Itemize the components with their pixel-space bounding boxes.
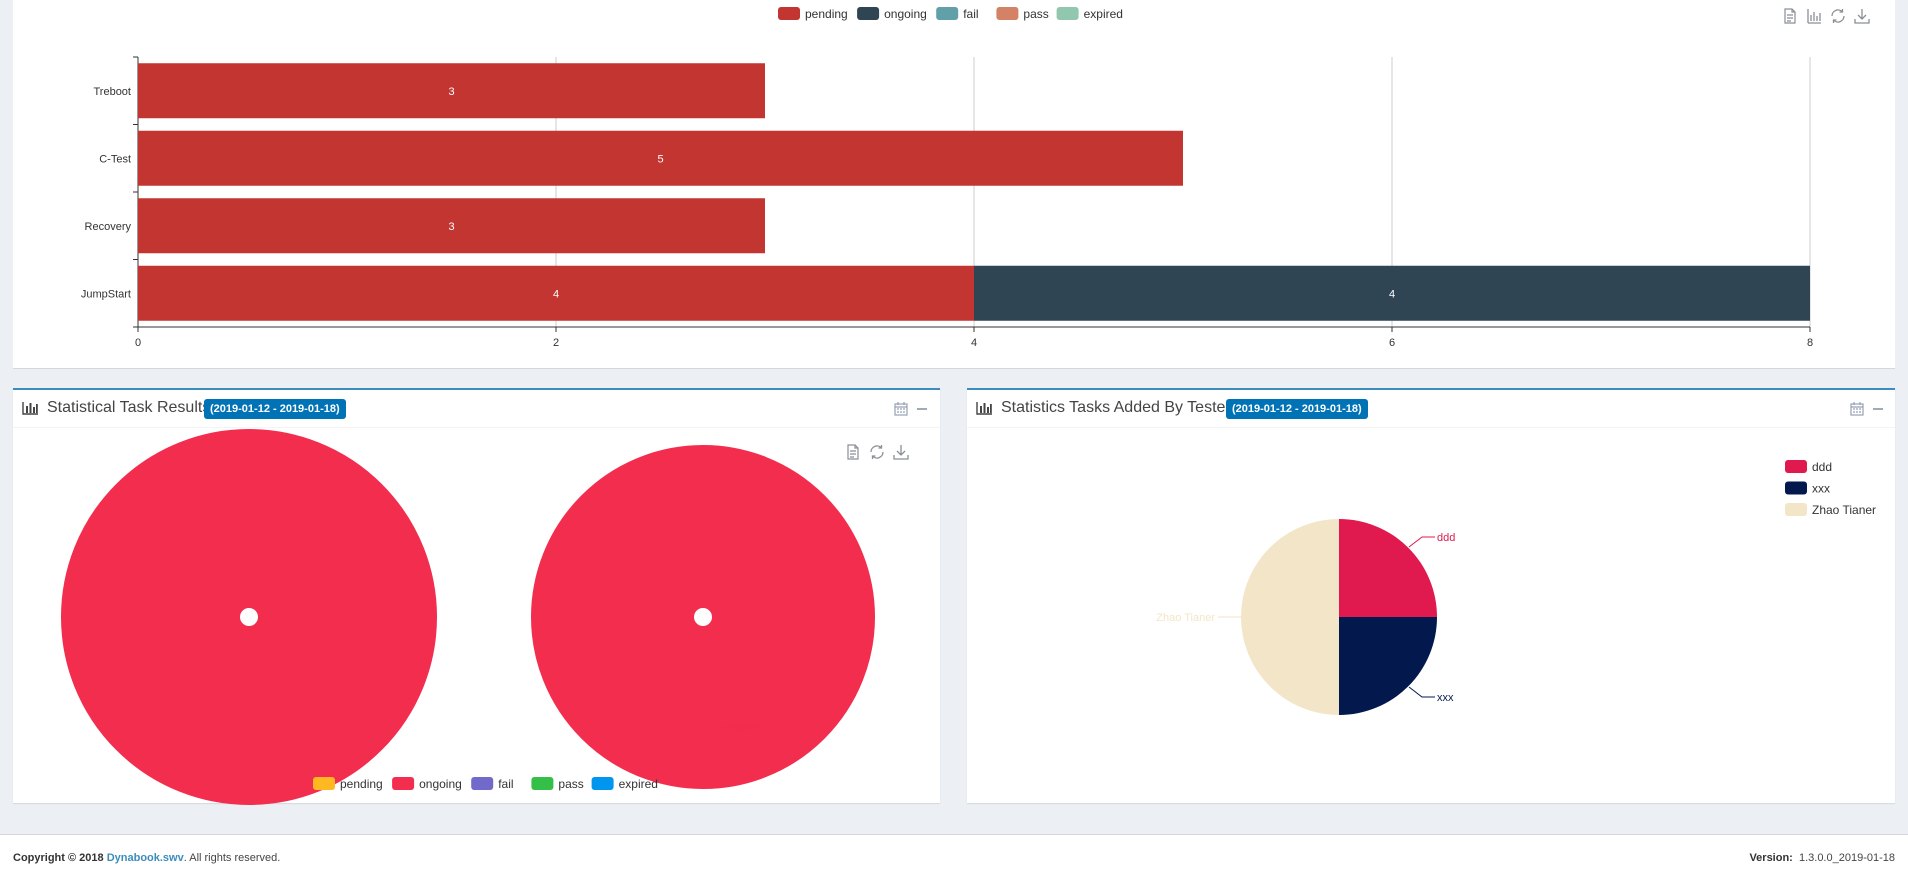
legend-label-pass: pass xyxy=(558,777,583,791)
legend-item-zhao-tianer[interactable]: Zhao Tianer xyxy=(1785,503,1876,517)
task-status-bar-chart-panel: 0 2 4 6 8 Treboot 3 C-Test 5 Recovery 3 JumpStart 4 4… xyxy=(13,0,1895,369)
y-tick-label-c-test: C-Test xyxy=(99,153,131,165)
legend-swatch-ddd xyxy=(1785,460,1807,473)
legend-label-ongoing: ongoing xyxy=(884,7,927,21)
legend-swatch-ongoing xyxy=(857,7,880,20)
copyright: Copyright © 2018 Dynabook.swv. All right… xyxy=(13,852,280,864)
restore-icon[interactable] xyxy=(1829,7,1847,25)
statistical-task-results-box: Statistical Task Results (2019-01-12 - 2… xyxy=(13,388,940,805)
data-label-recovery-pending: 3 xyxy=(448,221,454,233)
x-tick-label: 8 xyxy=(1807,337,1813,349)
y-tick-label-treboot: Treboot xyxy=(93,86,131,98)
legend-label-zhao-tianer: Zhao Tianer xyxy=(1812,503,1876,517)
x-tick-label: 0 xyxy=(135,337,141,349)
data-label-c-test-pending: 5 xyxy=(657,153,663,165)
legend-label-xxx: xxx xyxy=(1812,482,1830,496)
legend-item-fail[interactable]: fail xyxy=(471,777,514,791)
x-tick-label: 2 xyxy=(553,337,559,349)
copyright-text: Copyright © 2018 xyxy=(13,852,104,864)
legend-label-expired: expired xyxy=(1084,7,1123,21)
pie-slice-zhao-tianer[interactable] xyxy=(1241,519,1339,715)
save-image-icon[interactable] xyxy=(1853,7,1871,25)
legend-item-expired[interactable]: expired xyxy=(591,777,658,791)
footer: Copyright © 2018 Dynabook.swv. All right… xyxy=(0,834,1908,880)
data-label-jumpstart-ongoing: 4 xyxy=(1389,288,1395,300)
data-label-jumpstart-pending: 4 xyxy=(553,288,559,300)
donut-2-ongoing-slice[interactable] xyxy=(531,445,875,789)
x-tick-label: 6 xyxy=(1389,337,1395,349)
version-label: Version: xyxy=(1749,852,1793,864)
legend-swatch-expired xyxy=(1056,7,1079,20)
legend-swatch-expired xyxy=(591,777,614,790)
zhao-slice-label: Zhao Tianer xyxy=(1156,612,1215,624)
legend-label-fail: fail xyxy=(963,7,978,21)
legend-item-ongoing[interactable]: ongoing xyxy=(857,7,927,21)
brand-link[interactable]: Dynabook.swv xyxy=(107,852,184,864)
version-value: 1.3.0.0_2019-01-18 xyxy=(1798,852,1895,864)
pie-slice-ddd[interactable] xyxy=(1339,519,1437,617)
legend-label-ddd: ddd xyxy=(1812,460,1832,474)
legend-swatch-zhao-tianer xyxy=(1785,503,1807,516)
legend-item-pass[interactable]: pass xyxy=(996,7,1049,21)
legend-item-ongoing[interactable]: ongoing xyxy=(392,777,462,791)
legend-swatch-fail xyxy=(471,777,494,790)
ddd-slice-label: ddd xyxy=(1437,532,1455,544)
legend-swatch-xxx xyxy=(1785,481,1807,495)
version-info: Version: 1.3.0.0_2019-01-18 xyxy=(1749,852,1895,864)
legend-swatch-fail xyxy=(936,7,959,20)
tasks-added-by-testers-box: Statistics Tasks Added By Testers (2019-… xyxy=(967,388,1895,803)
legend-label-pending: pending xyxy=(805,7,848,21)
pie-slice-xxx[interactable] xyxy=(1339,617,1437,715)
legend-swatch-pending xyxy=(778,7,800,20)
bar-chart: 0 2 4 6 8 Treboot 3 C-Test 5 Recovery 3 JumpStart 4 4… xyxy=(81,7,1813,349)
bar-chart-switch-icon[interactable] xyxy=(1805,7,1823,25)
legend-swatch-pass xyxy=(996,7,1019,20)
legend-item-xxx[interactable]: xxx xyxy=(1785,481,1830,496)
data-label-treboot-pending: 3 xyxy=(448,86,454,98)
legend-item-ddd[interactable]: ddd xyxy=(1785,460,1832,474)
data-view-icon[interactable] xyxy=(1781,7,1799,25)
legend-item-pending[interactable]: pending xyxy=(778,7,848,21)
legend-swatch-pending xyxy=(313,777,335,790)
task-results-donut-charts: ongoing pending ongoing fail pass expired xyxy=(61,429,875,805)
legend-label-ongoing: ongoing xyxy=(419,777,462,791)
legend-label-expired: expired xyxy=(619,777,658,791)
ongoing-slice-label: ongoing xyxy=(722,721,761,733)
legend-item-expired[interactable]: expired xyxy=(1056,7,1123,21)
xxx-slice-label: xxx xyxy=(1437,692,1454,704)
legend-label-fail: fail xyxy=(498,777,513,791)
y-tick-label-jumpstart: JumpStart xyxy=(81,288,131,300)
x-tick-label: 4 xyxy=(971,337,977,349)
y-tick-label-recovery: Recovery xyxy=(85,221,132,233)
legend-item-pending[interactable]: pending xyxy=(313,777,383,791)
legend-item-fail[interactable]: fail xyxy=(936,7,979,21)
legend-item-pass[interactable]: pass xyxy=(531,777,584,791)
rights-text: . All rights reserved. xyxy=(183,852,281,864)
testers-pie-chart: ddd xxx Zhao Tianer ddd xxx Zhao Tianer xyxy=(1156,460,1876,715)
legend-swatch-pass xyxy=(531,777,554,790)
legend-swatch-ongoing xyxy=(392,777,415,790)
donut-1-ongoing-slice[interactable] xyxy=(61,429,437,805)
xxx-label-line xyxy=(1408,686,1435,698)
ddd-label-line xyxy=(1408,536,1435,548)
legend-label-pending: pending xyxy=(340,777,383,791)
legend-label-pass: pass xyxy=(1023,7,1048,21)
